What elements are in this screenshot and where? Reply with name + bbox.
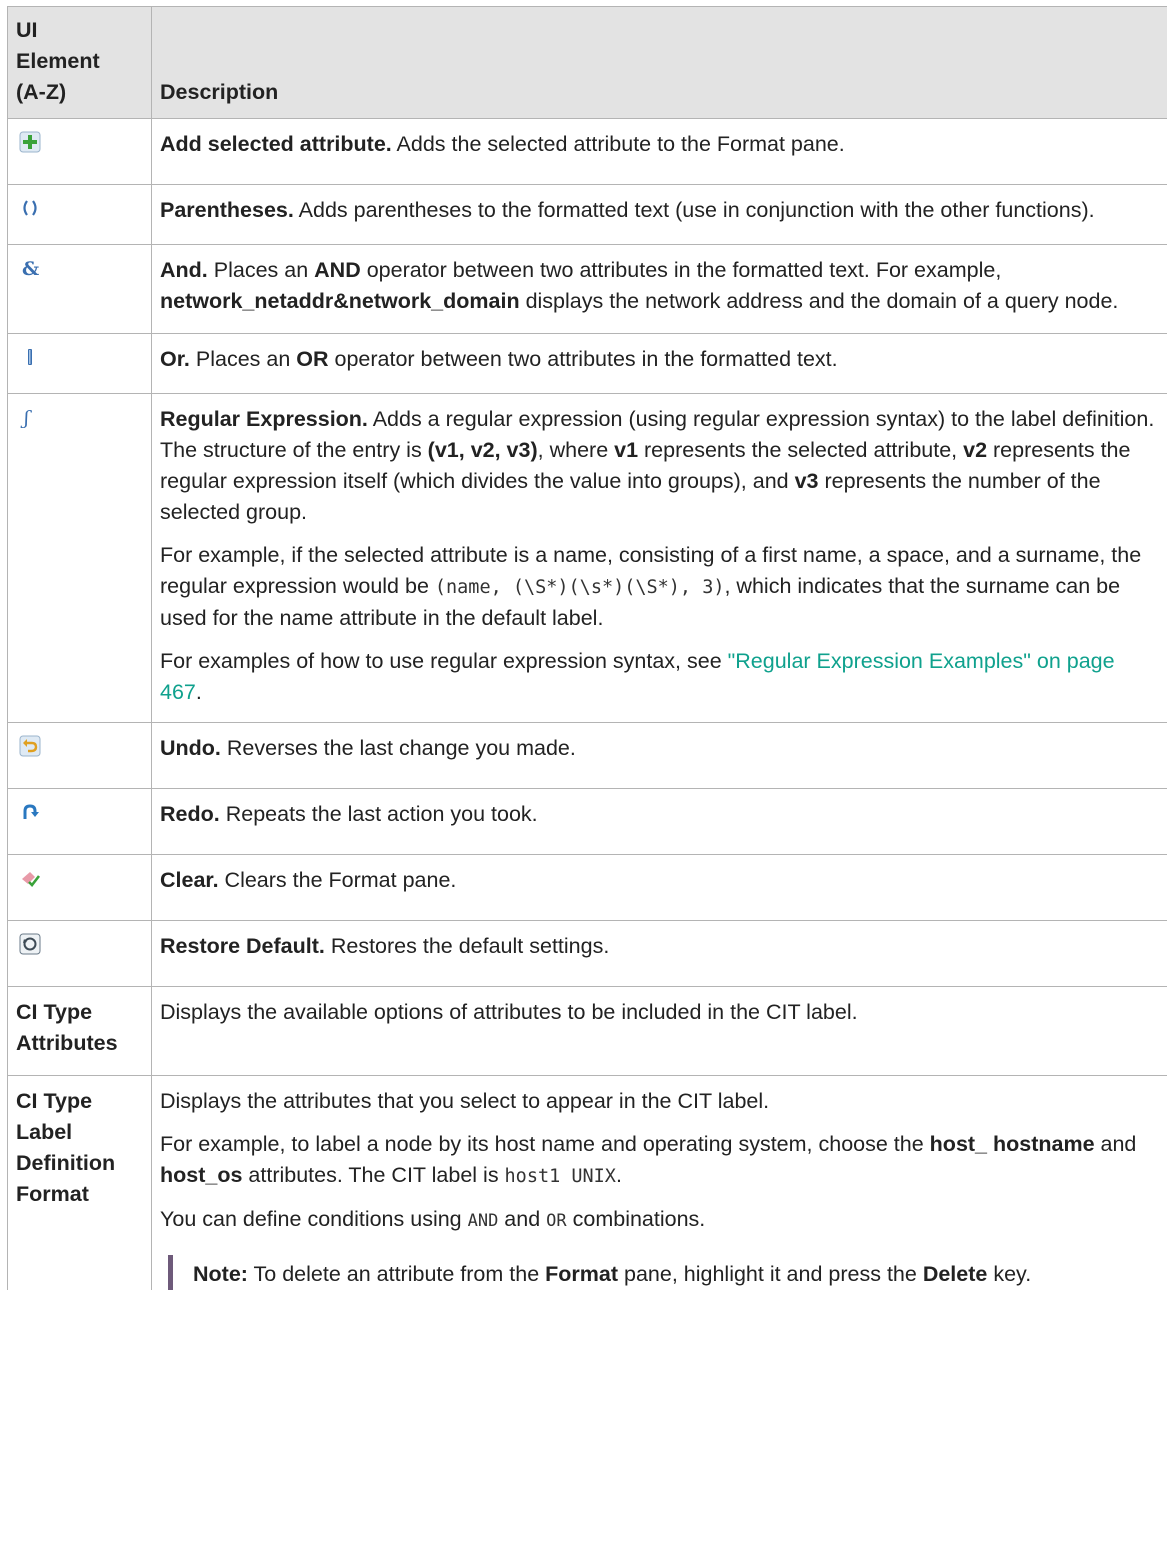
ui-element-cell bbox=[7, 118, 152, 185]
table-row-undo: Undo. Reverses the last change you made. bbox=[7, 722, 1167, 789]
ui-element-cell bbox=[7, 184, 152, 245]
restore-default-icon bbox=[19, 933, 41, 955]
header-description: Description bbox=[151, 6, 1167, 119]
add-attribute-icon bbox=[19, 131, 41, 153]
description-cell: Add selected attribute. Adds the selecte… bbox=[151, 118, 1167, 185]
description-cell: Or. Places an OR operator between two at… bbox=[151, 333, 1167, 394]
table-row-redo: Redo. Repeats the last action you took. bbox=[7, 788, 1167, 855]
description-cell: And. Places an AND operator between two … bbox=[151, 244, 1167, 334]
description-cell: Displays the available options of attrib… bbox=[151, 986, 1167, 1076]
regex-paragraph-3: For examples of how to use regular expre… bbox=[160, 649, 1115, 704]
ui-element-cell: & bbox=[7, 244, 152, 334]
description-cell: Redo. Repeats the last action you took. bbox=[151, 788, 1167, 855]
ui-element-cell bbox=[7, 722, 152, 789]
cit-label-example: host1 UNIX bbox=[504, 1166, 616, 1187]
ui-element-name: CI Type Attributes bbox=[7, 986, 152, 1076]
table-row-add-attribute: Add selected attribute. Adds the selecte… bbox=[7, 118, 1167, 185]
ui-elements-table: UI Element (A-Z) Description Add selected … bbox=[7, 6, 1167, 1290]
description-cell: Parentheses. Adds parentheses to the for… bbox=[151, 184, 1167, 245]
table-row-ci-type-attributes: CI Type Attributes Displays the available… bbox=[7, 986, 1167, 1076]
format-paragraph-2: For example, to label a node by its host… bbox=[160, 1132, 1137, 1187]
header-ui-element: UI Element (A-Z) bbox=[7, 6, 152, 119]
undo-icon bbox=[19, 735, 41, 757]
svg-text:&: & bbox=[22, 258, 39, 279]
ui-element-name: CI Type Label Definition Format bbox=[7, 1075, 152, 1290]
svg-text:ʃ: ʃ bbox=[20, 407, 32, 428]
table-row-and: & And. Places an AND operator between tw… bbox=[7, 244, 1167, 334]
regular-expression-icon: ʃ bbox=[19, 406, 41, 428]
format-paragraph-3: You can define conditions using AND and … bbox=[160, 1207, 706, 1231]
or-operator-icon bbox=[19, 346, 41, 368]
ui-element-cell: ʃ bbox=[7, 393, 152, 723]
description-cell: Undo. Reverses the last change you made. bbox=[151, 722, 1167, 789]
ui-element-cell bbox=[7, 333, 152, 394]
regex-code-sample: (name, (\S*)(\s*)(\S*), 3) bbox=[434, 577, 725, 598]
note-callout: Note: To delete an attribute from the Fo… bbox=[168, 1255, 1159, 1290]
clear-icon bbox=[19, 867, 41, 889]
regex-paragraph-1: Regular Expression. Adds a regular expre… bbox=[160, 407, 1155, 524]
format-paragraph-1: Displays the attributes that you select … bbox=[160, 1089, 770, 1113]
ui-element-cell bbox=[7, 854, 152, 921]
regex-paragraph-2: For example, if the selected attribute i… bbox=[160, 543, 1142, 630]
ui-element-cell bbox=[7, 788, 152, 855]
description-cell: Clear. Clears the Format pane. bbox=[151, 854, 1167, 921]
table-row-regular-expression: ʃ Regular Expression. Adds a regular exp… bbox=[7, 393, 1167, 723]
table-row-restore-default: Restore Default. Restores the default se… bbox=[7, 920, 1167, 987]
table-header-row: UI Element (A-Z) Description bbox=[7, 6, 1167, 119]
table-row-or: Or. Places an OR operator between two at… bbox=[7, 333, 1167, 394]
description-cell: Restore Default. Restores the default se… bbox=[151, 920, 1167, 987]
redo-icon bbox=[19, 801, 41, 823]
table-row-clear: Clear. Clears the Format pane. bbox=[7, 854, 1167, 921]
description-cell: Displays the attributes that you select … bbox=[151, 1075, 1167, 1290]
description-cell: Regular Expression. Adds a regular expre… bbox=[151, 393, 1167, 723]
ui-element-cell bbox=[7, 920, 152, 987]
parentheses-icon bbox=[19, 197, 41, 219]
table-row-ci-type-label-definition-format: CI Type Label Definition Format Displays th… bbox=[7, 1075, 1167, 1290]
table-row-parentheses: Parentheses. Adds parentheses to the for… bbox=[7, 184, 1167, 245]
and-operator-icon: & bbox=[19, 257, 41, 279]
